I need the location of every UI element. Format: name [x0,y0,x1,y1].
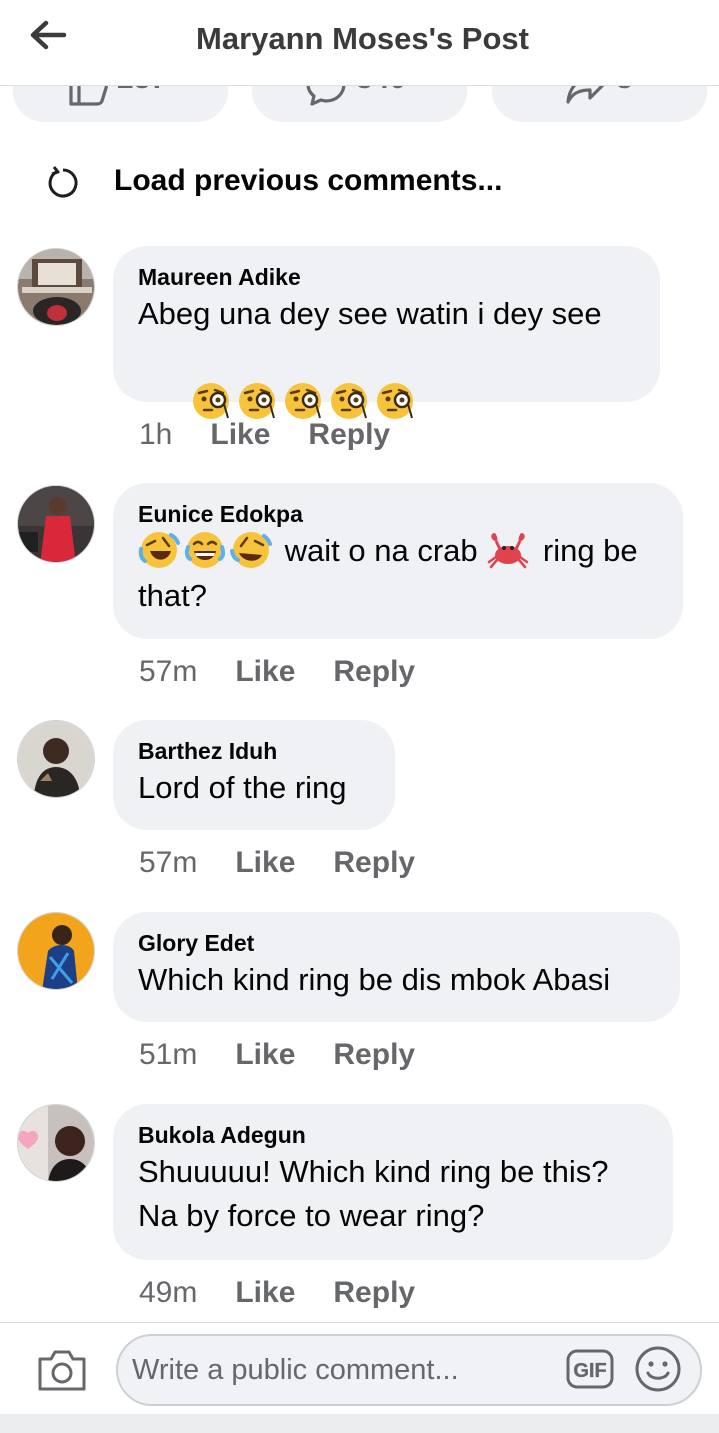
refresh-icon [48,166,78,198]
gif-button[interactable]: GIF [566,1348,614,1390]
like-button[interactable]: Like [235,1276,295,1310]
like-button[interactable]: Like [235,1038,295,1072]
comment-text: Which kind ring be dis mbok Abasi [138,962,611,997]
reply-button[interactable]: Reply [333,1276,415,1310]
comment-bubble: Eunice Edokpa wait o na crab ring be tha… [113,483,683,639]
comment-input[interactable] [132,1348,552,1392]
comment-author[interactable]: Maureen Adike [138,262,634,292]
tears-of-joy-emoji [184,531,226,568]
monocle-face-emoji [192,382,229,419]
avatar[interactable] [17,1104,95,1182]
load-previous-label: Load previous comments... [114,164,503,197]
camera-button[interactable] [36,1347,88,1393]
reply-button[interactable]: Reply [333,1038,415,1072]
page-title: Maryann Moses's Post [196,21,529,56]
monocle-face-emoji [284,382,321,419]
like-button[interactable]: Like [235,655,295,689]
comment-actions: 57m Like Reply [139,655,453,689]
comment-actions: 51m Like Reply [139,1038,453,1072]
comment-text: Abeg una dey see watin i dey see [138,296,602,331]
comment-composer: GIF [0,1322,719,1414]
avatar-photo [18,1105,94,1181]
comment-actions: 49m Like Reply [139,1276,453,1310]
comment-actions: 57m Like Reply [139,846,453,880]
rolling-laughing-emoji [138,531,180,568]
comment-text: Shuuuuu! Which kind ring be this? Na by … [138,1154,618,1233]
emoji-button[interactable] [634,1345,682,1393]
comment-author[interactable]: Glory Edet [138,928,654,958]
monocle-face-emoji [376,382,413,419]
load-previous-comments[interactable]: Load previous comments... [0,160,719,206]
avatar[interactable] [17,485,95,563]
monocle-face-emoji [330,382,367,419]
comment-time: 49m [139,1276,198,1309]
crab-emoji [488,532,529,569]
avatar[interactable] [17,248,95,326]
comment-text-part1: wait o na crab [284,533,478,568]
smiley-icon [635,1346,681,1392]
avatar[interactable] [17,912,95,990]
reply-button[interactable]: Reply [333,655,415,689]
gif-icon: GIF [566,1349,614,1389]
reply-button[interactable]: Reply [308,418,390,452]
comment-bubble: Barthez Iduh Lord of the ring [113,720,395,830]
comment-bubble: Glory Edet Which kind ring be dis mbok A… [113,912,680,1022]
bottom-bar [0,1414,719,1433]
comment-time: 57m [139,846,198,879]
comment-bubble: Bukola Adegun Shuuuuu! Which kind ring b… [113,1104,673,1260]
comment-author[interactable]: Bukola Adegun [138,1120,647,1150]
rolling-laughing-emoji [230,531,272,568]
avatar-photo [18,721,94,797]
comment-actions: 1h Like Reply [139,418,428,452]
comment-input-box: GIF [116,1334,702,1406]
camera-icon [38,1350,86,1391]
comment-time: 57m [139,655,198,688]
comment-bubble: Maureen Adike Abeg una dey see watin i d… [113,246,660,419]
monocle-face-emoji [238,382,275,419]
avatar-photo [18,249,94,325]
comment-text: Lord of the ring [138,770,347,805]
gif-label: GIF [573,1360,606,1382]
comment-author[interactable]: Eunice Edokpa [138,499,657,529]
like-button[interactable]: Like [235,846,295,880]
comment-time: 51m [139,1038,198,1071]
comment-time: 1h [139,418,173,451]
comment-text: wait o na crab ring be that? [138,529,657,618]
avatar-photo [18,913,94,989]
comment-author[interactable]: Barthez Iduh [138,736,369,766]
avatar-photo [18,486,94,562]
avatar[interactable] [17,720,95,798]
like-button[interactable]: Like [210,418,270,452]
reply-button[interactable]: Reply [333,846,415,880]
post-header: Maryann Moses's Post [0,0,719,86]
